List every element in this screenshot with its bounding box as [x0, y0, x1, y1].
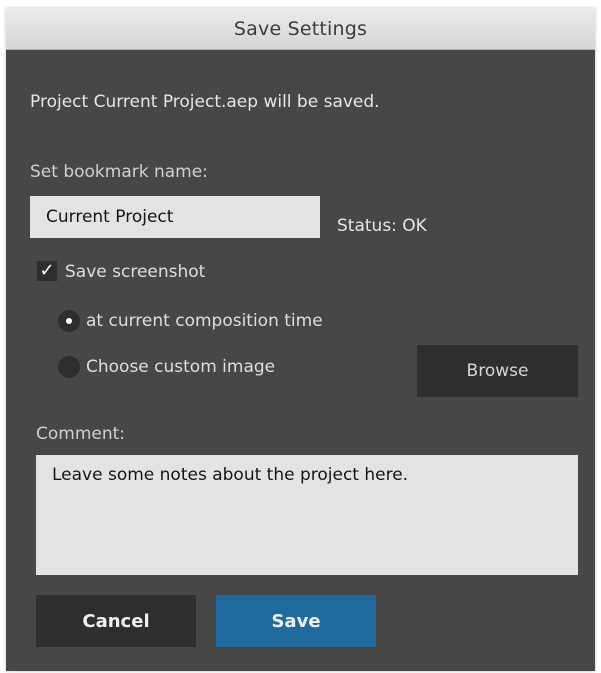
dialog-title: Save Settings	[233, 17, 368, 40]
save-settings-dialog: Save Settings Project Current Project.ae…	[6, 8, 595, 671]
save-screenshot-checkbox[interactable]: ✓	[37, 261, 57, 281]
comment-textarea[interactable]: Leave some notes about the project here.	[36, 455, 578, 575]
save-button[interactable]: Save	[216, 595, 376, 647]
radio-current-composition-time[interactable]	[58, 310, 80, 332]
option-current-composition-time-label[interactable]: at current composition time	[86, 311, 323, 331]
radio-custom-image[interactable]	[58, 356, 80, 378]
browse-button[interactable]: Browse	[417, 345, 578, 397]
bookmark-name-input[interactable]	[30, 196, 320, 238]
bookmark-name-label: Set bookmark name:	[30, 162, 208, 182]
option-custom-image-label[interactable]: Choose custom image	[86, 357, 275, 377]
comment-label: Comment:	[36, 424, 126, 444]
save-screenshot-label[interactable]: Save screenshot	[65, 262, 205, 282]
radio-selected-dot	[66, 318, 72, 324]
status-text: Status: OK	[337, 216, 427, 236]
cancel-button[interactable]: Cancel	[36, 595, 196, 647]
save-message: Project Current Project.aep will be save…	[30, 92, 380, 112]
title-bar[interactable]: Save Settings	[6, 8, 595, 50]
